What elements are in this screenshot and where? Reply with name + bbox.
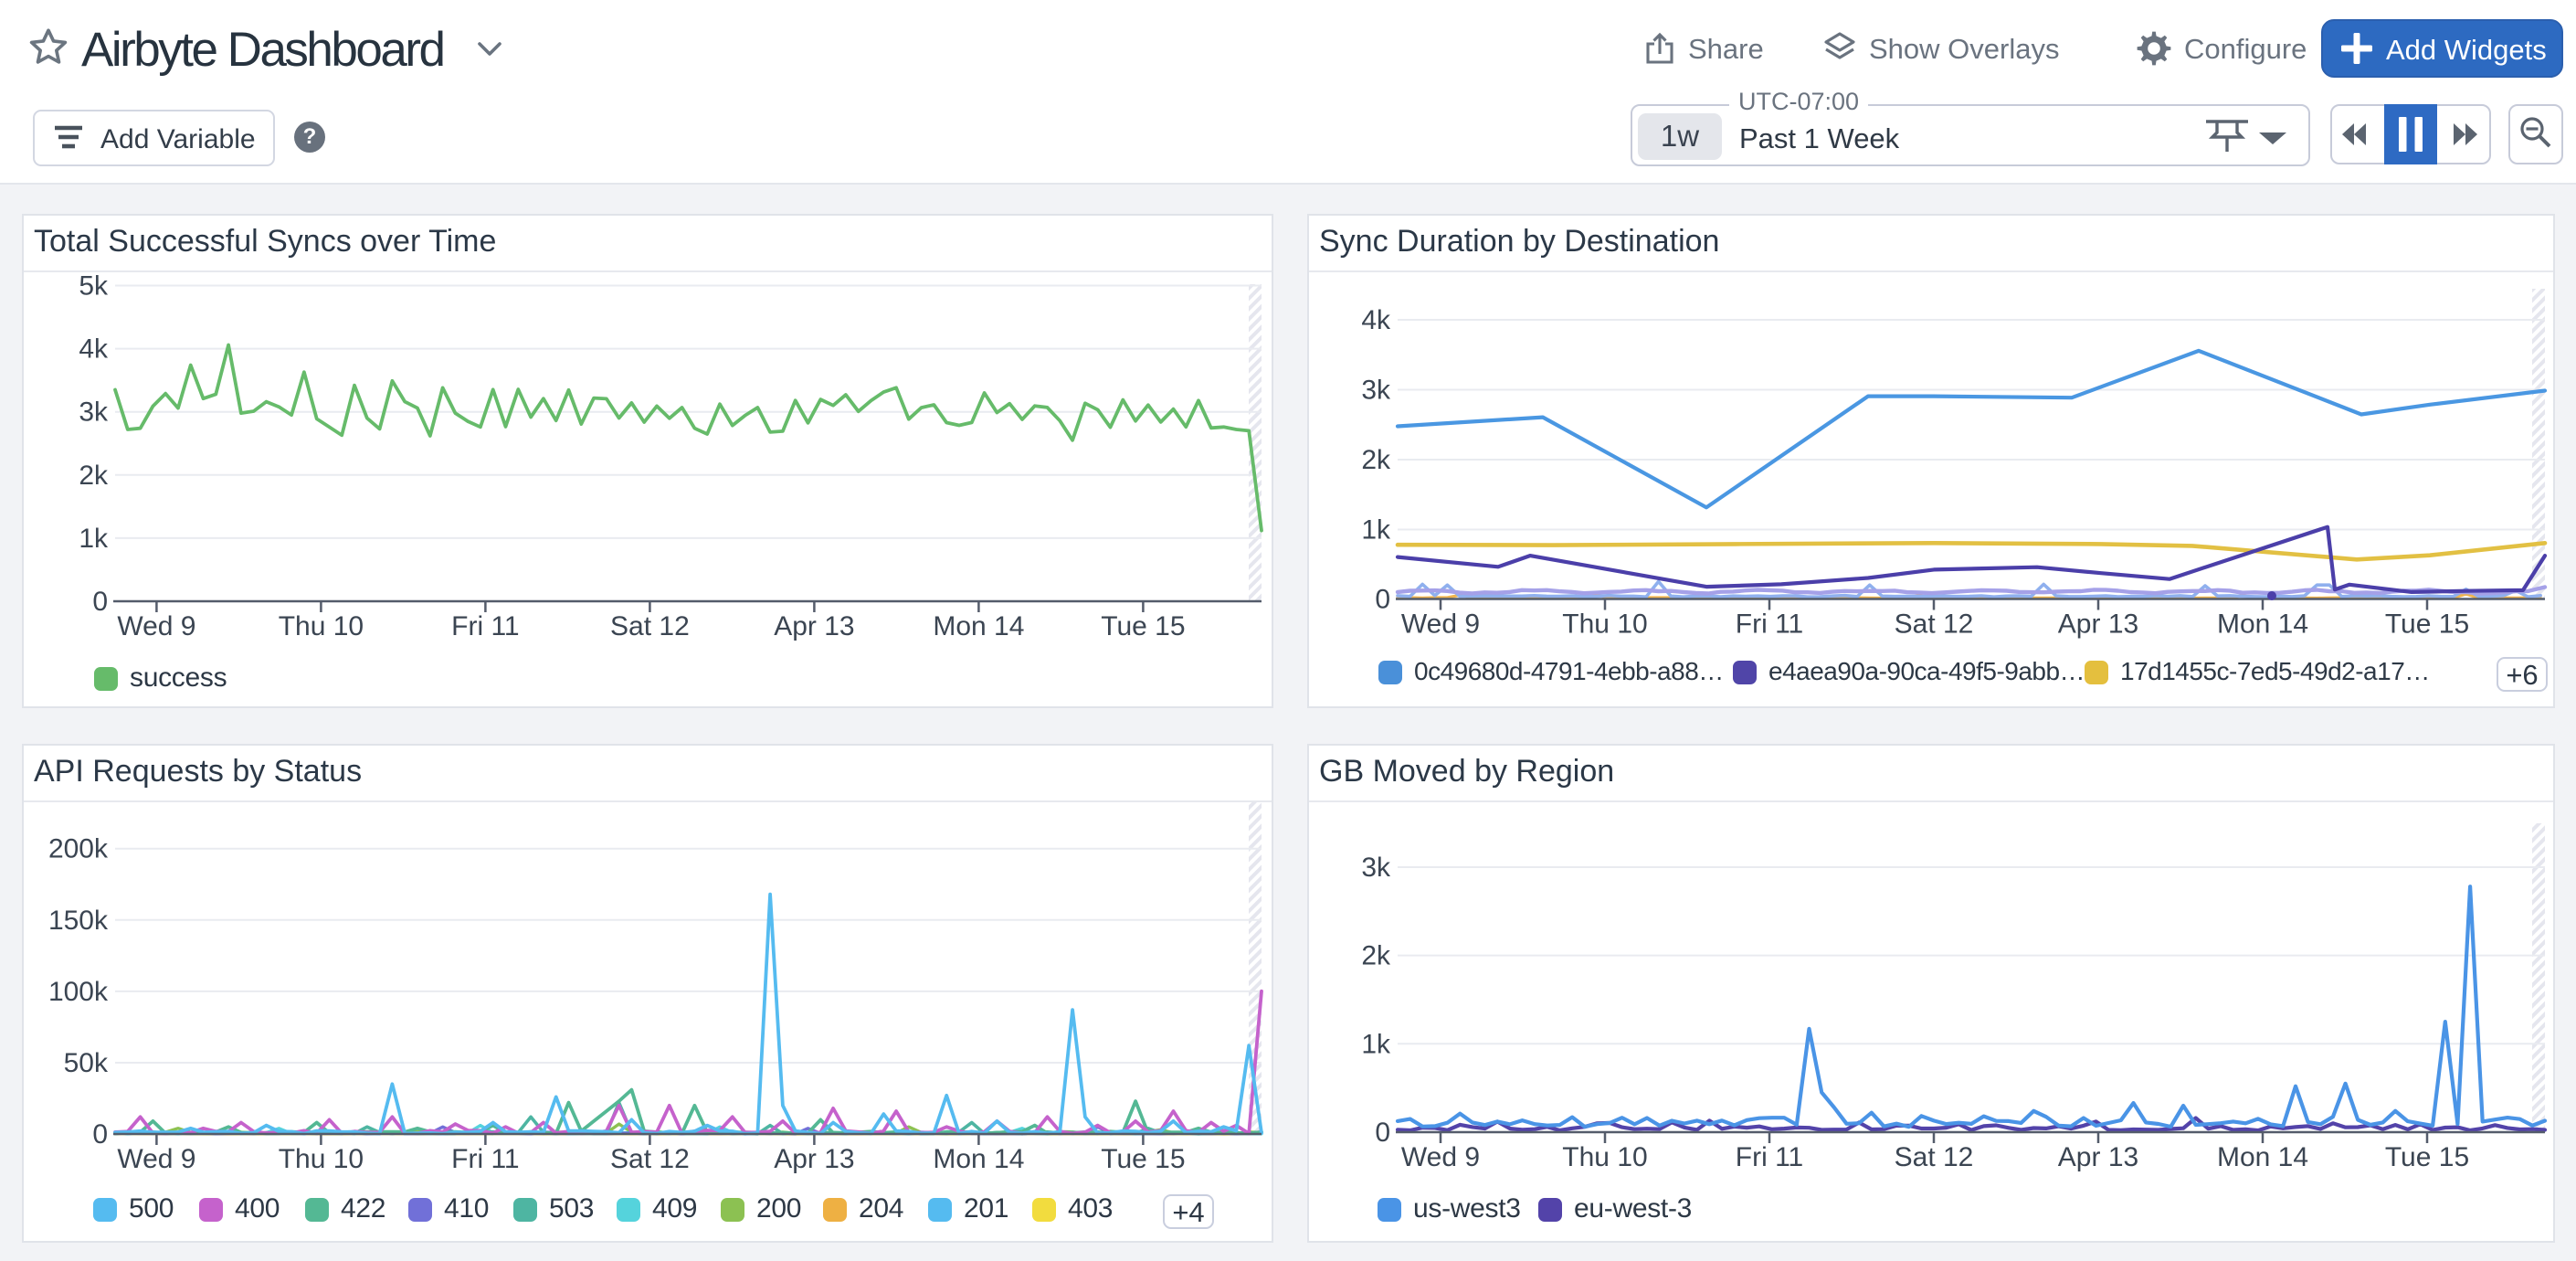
svg-text:100k: 100k [48,977,109,1007]
svg-text:Tue 15: Tue 15 [2385,1142,2469,1172]
svg-text:Fri 11: Fri 11 [451,611,519,641]
svg-text:2k: 2k [79,461,109,491]
svg-text:Thu 10: Thu 10 [279,611,364,641]
svg-text:4k: 4k [1361,305,1391,335]
svg-text:0: 0 [1375,585,1390,615]
svg-text:3k: 3k [1361,376,1391,406]
svg-text:Thu 10: Thu 10 [1562,1142,1647,1172]
svg-text:Apr 13: Apr 13 [774,1144,854,1174]
svg-text:2k: 2k [1361,445,1391,475]
svg-text:0: 0 [1375,1118,1390,1148]
svg-text:Fri 11: Fri 11 [1736,609,1803,640]
svg-text:1k: 1k [1361,515,1391,546]
svg-text:2k: 2k [1361,941,1391,971]
svg-text:4k: 4k [79,334,109,365]
svg-text:Fri 11: Fri 11 [451,1144,519,1174]
svg-text:5k: 5k [79,272,109,302]
svg-text:Tue 15: Tue 15 [2385,609,2469,640]
svg-text:Sat 12: Sat 12 [610,1144,690,1174]
svg-text:Thu 10: Thu 10 [279,1144,364,1174]
svg-text:Mon 14: Mon 14 [2217,1142,2308,1172]
svg-text:Wed 9: Wed 9 [1401,1142,1480,1172]
svg-text:Mon 14: Mon 14 [2217,609,2308,640]
svg-text:Wed 9: Wed 9 [117,611,195,641]
svg-text:Tue 15: Tue 15 [1101,611,1185,641]
svg-text:1k: 1k [79,524,109,554]
svg-text:3k: 3k [79,397,109,428]
svg-text:Apr 13: Apr 13 [2058,1142,2138,1172]
svg-text:Tue 15: Tue 15 [1101,1144,1185,1174]
svg-text:50k: 50k [64,1048,109,1078]
svg-text:Mon 14: Mon 14 [933,1144,1024,1174]
svg-text:Fri 11: Fri 11 [1736,1142,1803,1172]
svg-text:Apr 13: Apr 13 [2058,609,2138,640]
svg-text:Sat 12: Sat 12 [610,611,690,641]
svg-text:Mon 14: Mon 14 [933,611,1024,641]
svg-text:200k: 200k [48,834,109,864]
svg-text:1k: 1k [1361,1029,1391,1059]
svg-text:0: 0 [92,587,108,617]
svg-text:0: 0 [92,1119,108,1150]
svg-text:Thu 10: Thu 10 [1562,609,1647,640]
svg-text:150k: 150k [48,906,109,936]
svg-text:3k: 3k [1361,853,1391,883]
svg-text:Apr 13: Apr 13 [774,611,854,641]
svg-text:Sat 12: Sat 12 [1895,609,1974,640]
svg-text:Wed 9: Wed 9 [1401,609,1480,640]
svg-text:Wed 9: Wed 9 [117,1144,195,1174]
svg-text:Sat 12: Sat 12 [1895,1142,1974,1172]
